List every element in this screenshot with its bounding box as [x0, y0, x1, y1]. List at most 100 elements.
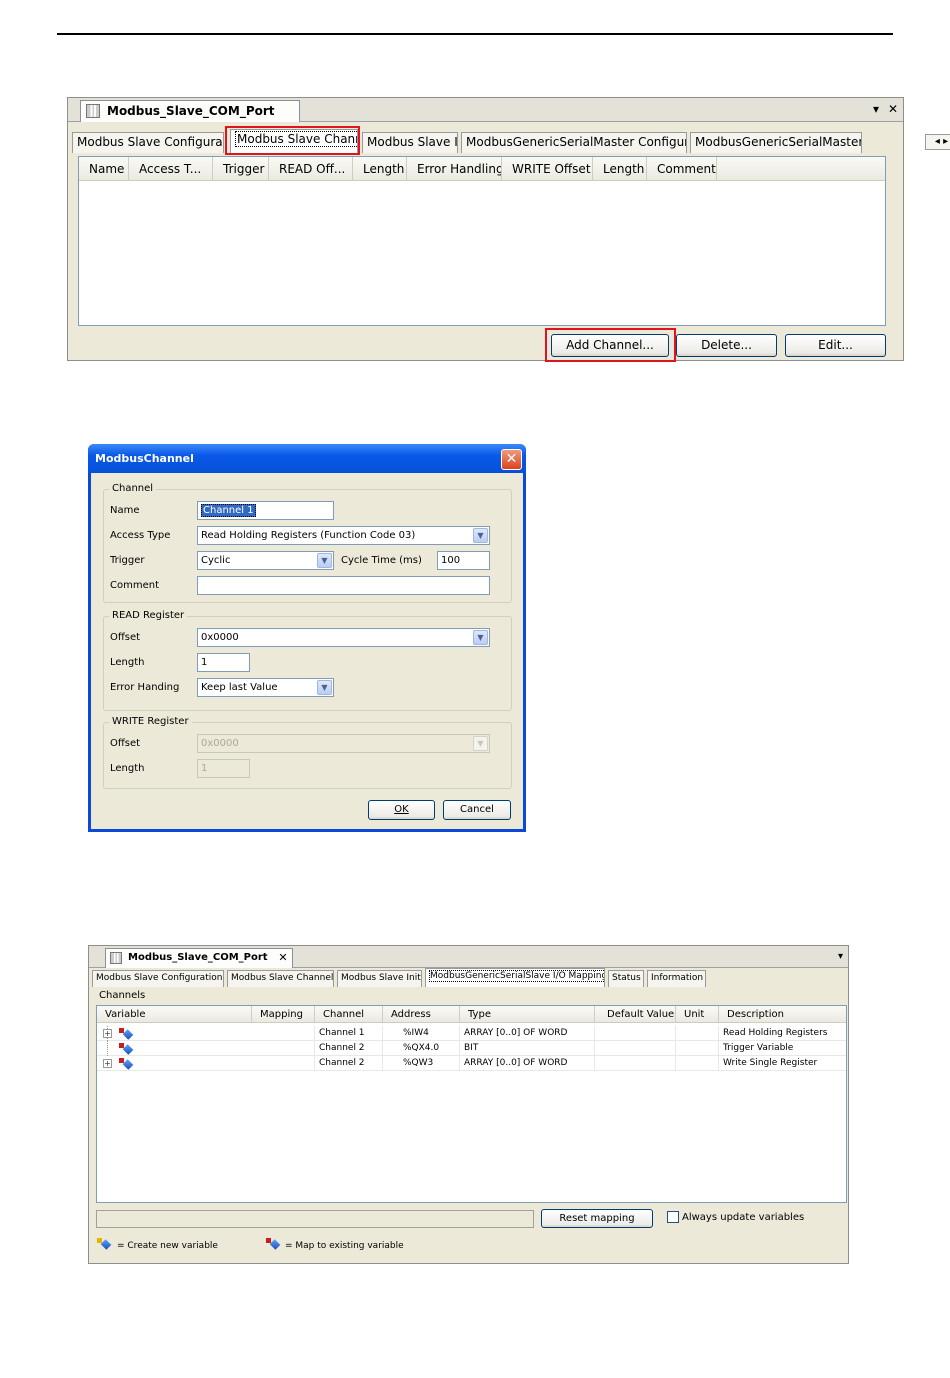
- window-menu-dropdown-icon-2[interactable]: ▾: [838, 949, 843, 965]
- chevron-down-icon: ▼: [317, 553, 332, 568]
- read-offset-label: Offset: [110, 632, 141, 643]
- col-access-type[interactable]: Access T...: [129, 157, 213, 181]
- channel-cell: Channel 1: [315, 1026, 383, 1041]
- tab-generic-serial-master-io-mapping[interactable]: ModbusGenericSerialMaster I/O M: [690, 132, 862, 153]
- document-tab-strip: Modbus_Slave_COM_Port ▾ ✕: [68, 98, 903, 122]
- access-type-select[interactable]: Read Holding Registers (Function Code 03…: [197, 526, 490, 545]
- always-update-checkbox[interactable]: [667, 1211, 679, 1223]
- channel-group: Channel Name Channel 1 Access Type Read …: [103, 483, 512, 603]
- legend-create-text: = Create new variable: [117, 1241, 218, 1251]
- document-tab-2[interactable]: Modbus_Slave_COM_Port ✕: [105, 948, 293, 968]
- tab-modbus-slave-init[interactable]: Modbus Slave Init: [362, 132, 458, 153]
- tab-status[interactable]: Status: [608, 970, 644, 987]
- tab-generic-serial-slave-io-mapping[interactable]: ModbusGenericSerialSlave I/O Mapping: [425, 968, 605, 987]
- tab-modbus-slave-configuration[interactable]: Modbus Slave Configuration: [72, 132, 224, 153]
- trigger-label: Trigger: [110, 555, 145, 566]
- read-offset-select[interactable]: 0x0000 ▼: [197, 628, 490, 647]
- name-input[interactable]: Channel 1: [197, 501, 334, 520]
- write-offset-select: 0x0000 ▼: [197, 734, 490, 753]
- tab-information[interactable]: Information: [647, 970, 706, 987]
- col-channel[interactable]: Channel: [315, 1006, 383, 1023]
- col-type[interactable]: Type: [460, 1006, 595, 1023]
- document-tab[interactable]: Modbus_Slave_COM_Port: [80, 100, 300, 122]
- read-length-input[interactable]: 1: [197, 653, 250, 672]
- chevron-down-icon: ▼: [473, 528, 488, 543]
- write-length-label: Length: [110, 763, 145, 774]
- description-cell: Read Holding Registers: [723, 1028, 828, 1038]
- dialog-close-icon[interactable]: ✕: [501, 449, 522, 470]
- comment-input[interactable]: [197, 576, 490, 595]
- window-close-icon[interactable]: ✕: [888, 101, 898, 117]
- unit-cell: [676, 1041, 719, 1056]
- mapping-filter-field[interactable]: [96, 1210, 534, 1228]
- col-error-handling[interactable]: Error Handling: [407, 157, 502, 181]
- col-variable[interactable]: Variable: [97, 1006, 252, 1023]
- channel-group-title: Channel: [109, 483, 157, 495]
- tab-close-icon[interactable]: ✕: [278, 949, 287, 967]
- table-row[interactable]: + Channel 2 %QW3 ARRAY [0..0] OF WORD Wr…: [97, 1056, 846, 1071]
- error-handling-select[interactable]: Keep last Value ▼: [197, 678, 334, 697]
- channel-table[interactable]: Name Access T... Trigger READ Off... Len…: [78, 156, 886, 326]
- table-row[interactable]: Channel 2 %QX4.0 BIT Trigger Variable: [97, 1041, 846, 1056]
- col-unit[interactable]: Unit: [676, 1006, 719, 1023]
- col-description[interactable]: Description: [719, 1006, 846, 1023]
- map-existing-variable-icon: [119, 1058, 134, 1070]
- dialog-title: ModbusChannel: [95, 452, 194, 465]
- address-cell: %QW3: [383, 1056, 460, 1071]
- tree-line: [107, 1041, 108, 1056]
- col-name[interactable]: Name: [79, 157, 129, 181]
- tab-modbus-slave-init-2[interactable]: Modbus Slave Init: [337, 970, 422, 987]
- delete-button[interactable]: Delete...: [676, 334, 777, 357]
- io-mapping-table[interactable]: Variable Mapping Channel Address Type De…: [96, 1005, 847, 1203]
- map-existing-variable-icon: [119, 1028, 134, 1040]
- device-icon: [86, 104, 100, 118]
- dialog-body: Channel Name Channel 1 Access Type Read …: [91, 473, 523, 829]
- channels-section-label: Channels: [99, 990, 146, 1001]
- reset-mapping-button[interactable]: Reset mapping: [541, 1209, 653, 1228]
- document-tab-title-2: Modbus_Slave_COM_Port: [128, 952, 268, 963]
- modbus-channel-dialog: ModbusChannel ✕ Channel Name Channel 1 A…: [88, 444, 526, 832]
- col-read-length[interactable]: Length: [353, 157, 407, 181]
- channel-cell: Channel 2: [315, 1056, 383, 1071]
- col-default-value[interactable]: Default Value: [595, 1006, 676, 1023]
- unit-cell: [676, 1056, 719, 1071]
- col-mapping[interactable]: Mapping: [252, 1006, 315, 1023]
- comment-label: Comment: [110, 580, 159, 591]
- trigger-select[interactable]: Cyclic ▼: [197, 551, 334, 570]
- highlight-channel-tab: [225, 126, 360, 155]
- expand-icon[interactable]: +: [103, 1059, 112, 1068]
- tab-scroll-arrows-icon[interactable]: ◂ ▸: [925, 134, 950, 150]
- col-trigger[interactable]: Trigger: [213, 157, 269, 181]
- col-write-offset[interactable]: WRITE Offset: [502, 157, 593, 181]
- channel-table-header: Name Access T... Trigger READ Off... Len…: [79, 157, 885, 181]
- name-label: Name: [110, 505, 140, 516]
- write-register-group-title: WRITE Register: [109, 716, 192, 728]
- type-cell: BIT: [460, 1041, 595, 1056]
- expand-icon[interactable]: +: [103, 1029, 112, 1038]
- edit-button[interactable]: Edit...: [785, 334, 886, 357]
- unit-cell: [676, 1026, 719, 1041]
- cancel-button[interactable]: Cancel: [443, 800, 511, 820]
- write-length-input: 1: [197, 759, 250, 778]
- cycle-time-input[interactable]: 100: [437, 551, 490, 570]
- col-comment[interactable]: Comment: [647, 157, 717, 181]
- read-length-label: Length: [110, 657, 145, 668]
- description-cell: Trigger Variable: [723, 1043, 794, 1053]
- col-read-offset[interactable]: READ Off...: [269, 157, 353, 181]
- col-write-length[interactable]: Length: [593, 157, 647, 181]
- window-menu-dropdown-icon[interactable]: ▾: [873, 101, 879, 117]
- page-top-rule: [57, 33, 893, 35]
- ok-button[interactable]: OK: [368, 800, 435, 820]
- default-value-cell: [595, 1041, 676, 1056]
- document-tab-title: Modbus_Slave_COM_Port: [107, 104, 275, 118]
- dialog-title-bar: ModbusChannel ✕: [88, 444, 526, 473]
- legend-map-text: = Map to existing variable: [285, 1241, 404, 1251]
- tab-generic-serial-master-configuration[interactable]: ModbusGenericSerialMaster Configuration: [461, 132, 687, 153]
- type-cell: ARRAY [0..0] OF WORD: [460, 1056, 595, 1071]
- tab-modbus-slave-configuration-2[interactable]: Modbus Slave Configuration: [92, 970, 224, 987]
- table-row[interactable]: + Channel 1 %IW4 ARRAY [0..0] OF WORD Re…: [97, 1026, 846, 1041]
- tab-modbus-slave-channel-2[interactable]: Modbus Slave Channel: [227, 970, 334, 987]
- address-cell: %IW4: [383, 1026, 460, 1041]
- col-address[interactable]: Address: [383, 1006, 460, 1023]
- mapping-cell: [252, 1026, 315, 1041]
